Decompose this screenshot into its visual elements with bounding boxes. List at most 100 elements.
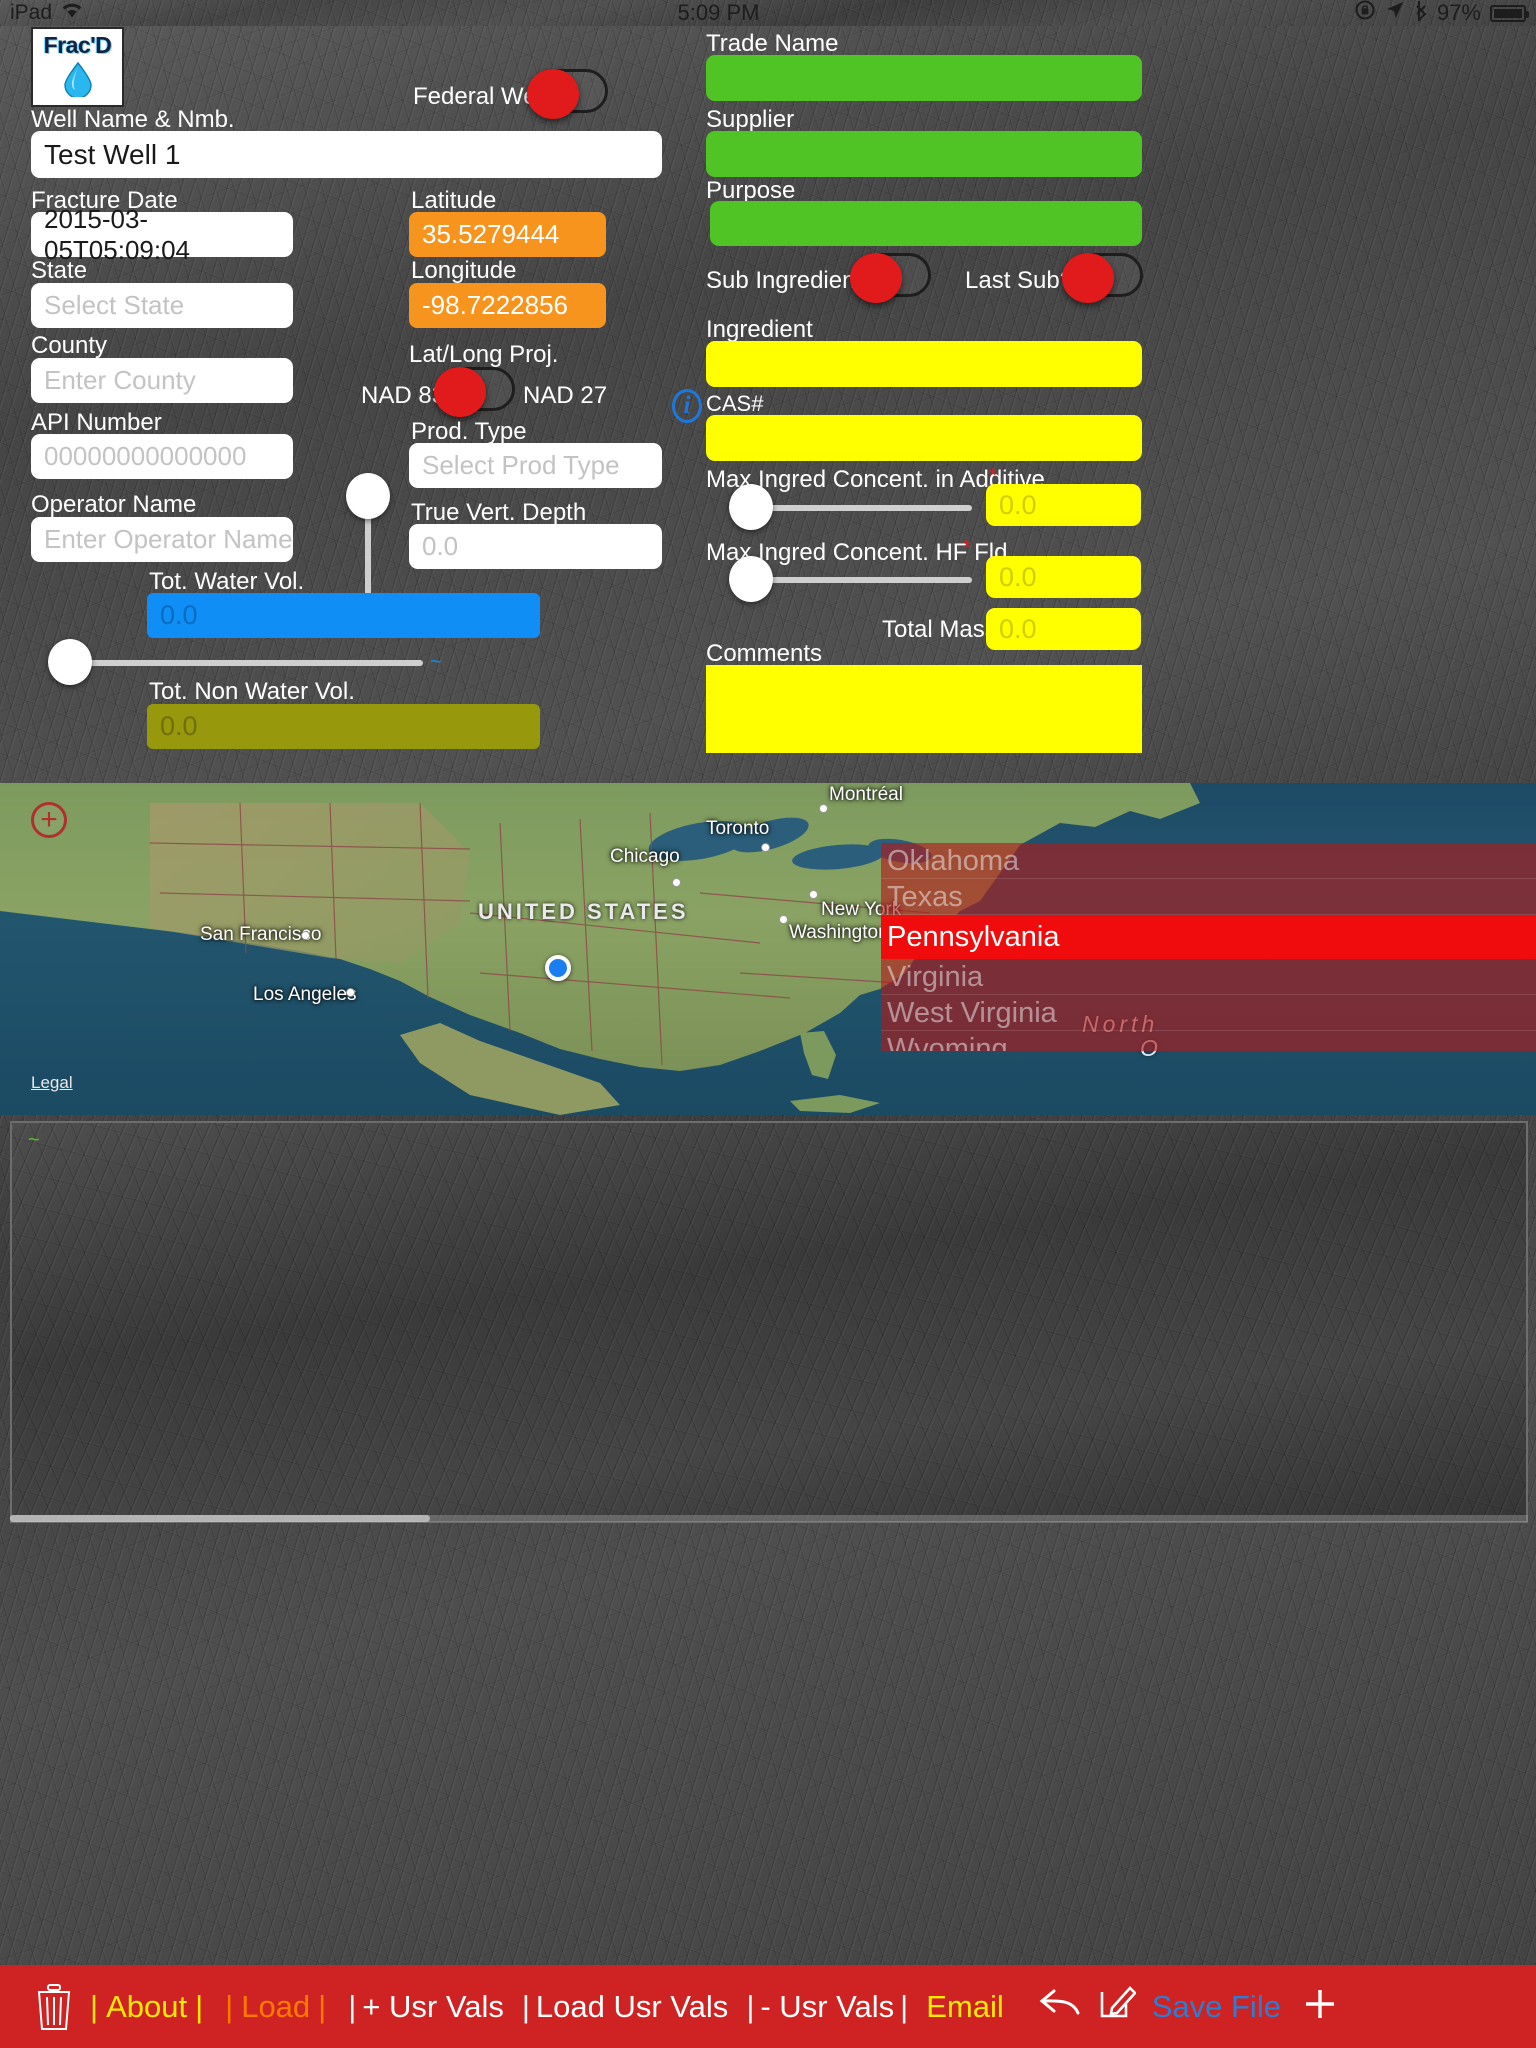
picker-option-wyoming[interactable]: Wyoming: [881, 1031, 1536, 1051]
ingredient-label: Ingredient: [706, 316, 813, 343]
sub-ingredient-toggle[interactable]: [850, 253, 931, 303]
separator-6: |: [521, 1988, 530, 2024]
trade-name-input[interactable]: [706, 55, 1142, 101]
wifi-icon: [61, 0, 83, 26]
compose-pencil-icon[interactable]: [1098, 1984, 1137, 2029]
city-label-washington: Washington: [789, 922, 889, 943]
cas-input[interactable]: [706, 415, 1142, 461]
latitude-input[interactable]: 35.5279444: [409, 212, 606, 257]
water-vol-slider[interactable]: [48, 639, 423, 685]
add-usr-vals-button[interactable]: + Usr Vals: [362, 1989, 504, 2025]
separator-5: |: [348, 1988, 357, 2024]
tot-non-water-vol-input[interactable]: 0.0: [147, 704, 540, 749]
city-dot-chicago: [672, 878, 681, 887]
ingredient-input[interactable]: [706, 341, 1142, 387]
federal-well-toggle[interactable]: [527, 69, 608, 119]
location-pin-icon[interactable]: [545, 955, 571, 981]
last-sub-label: Last Sub?: [965, 267, 1074, 294]
county-input[interactable]: Enter County: [31, 358, 293, 403]
last-sub-toggle[interactable]: [1062, 253, 1143, 303]
separator-2: |: [195, 1988, 204, 2024]
fracture-date-input[interactable]: 2015-03-05T05:09:04: [31, 204, 293, 265]
well-name-input[interactable]: Test Well 1: [31, 131, 662, 178]
minus-usr-vals-button[interactable]: - Usr Vals: [760, 1989, 894, 2025]
city-dot-losangeles: [346, 988, 355, 997]
county-label: County: [31, 332, 108, 359]
tot-water-vol-input[interactable]: 0.0: [147, 593, 540, 638]
api-number-input[interactable]: 00000000000000: [31, 434, 293, 479]
picker-option-virginia[interactable]: Virginia: [881, 959, 1536, 995]
well-name-label: Well Name & Nmb.: [31, 106, 235, 133]
status-bar: iPad 5:09 PM 97%: [0, 0, 1536, 26]
load-button[interactable]: Load: [241, 1989, 310, 2025]
true-vert-depth-input[interactable]: 0.0: [409, 524, 662, 569]
logo-wordmark: Frac'D: [43, 32, 112, 58]
picker-option-west-virginia[interactable]: West Virginia: [881, 995, 1536, 1031]
supplier-input[interactable]: [706, 131, 1142, 177]
state-label: State: [31, 257, 88, 284]
max-conc-additive-slider[interactable]: [729, 484, 972, 530]
city-label-toronto: Toronto: [706, 818, 770, 839]
longitude-label: Longitude: [411, 257, 517, 284]
comments-label: Comments: [706, 640, 823, 667]
city-dot-sanfrancisco: [301, 931, 310, 940]
device-name: iPad: [10, 1, 53, 24]
tot-non-water-vol-label: Tot. Non Water Vol.: [149, 678, 355, 705]
longitude-input[interactable]: -98.7222856: [409, 283, 606, 328]
nad27-label: NAD 27: [523, 382, 608, 409]
prod-type-input[interactable]: Select Prod Type: [409, 443, 662, 488]
slider-knob[interactable]: [729, 484, 773, 530]
bluetooth-icon: [1414, 0, 1428, 27]
load-usr-vals-button[interactable]: Load Usr Vals: [536, 1989, 728, 2025]
separator-8: |: [900, 1988, 909, 2024]
max-conc-additive-input[interactable]: 0.0: [986, 484, 1141, 526]
separator-3: |: [225, 1988, 234, 2024]
toggle-knob: [850, 253, 902, 303]
latlong-proj-toggle[interactable]: [434, 367, 515, 417]
output-text-panel[interactable]: ~: [10, 1121, 1528, 1523]
water-drop-icon: [62, 59, 94, 102]
city-dot-washington: [779, 915, 788, 924]
city-label-montreal: Montréal: [829, 784, 903, 805]
toggle-knob: [527, 69, 579, 119]
save-file-button[interactable]: Save File: [1152, 1989, 1281, 2025]
plus-icon[interactable]: [1303, 1983, 1337, 2031]
slider-knob[interactable]: [729, 556, 773, 602]
picker-option-texas[interactable]: Texas: [881, 879, 1536, 915]
cas-label: CAS#: [706, 391, 764, 416]
trash-icon[interactable]: [34, 1983, 74, 2031]
about-button[interactable]: About: [106, 1989, 187, 2025]
battery-icon: [1490, 4, 1529, 22]
info-icon[interactable]: i: [672, 389, 702, 423]
rotation-lock-icon: [1354, 0, 1376, 27]
email-button[interactable]: Email: [926, 1989, 1004, 2025]
total-mass-label: Total Mass: [882, 616, 997, 643]
total-mass-input[interactable]: 0.0: [986, 608, 1141, 650]
separator-1: |: [90, 1988, 99, 2024]
nad83-label: NAD 83: [361, 382, 446, 409]
comments-textarea[interactable]: [706, 665, 1142, 753]
max-conc-hf-slider[interactable]: [729, 556, 972, 602]
state-picker[interactable]: Oklahoma Texas Pennsylvania Virginia Wes…: [881, 843, 1536, 1051]
purpose-input[interactable]: [710, 201, 1142, 246]
trade-name-label: Trade Name: [706, 30, 839, 57]
picker-option-pennsylvania[interactable]: Pennsylvania: [881, 915, 1536, 959]
max-conc-hf-input[interactable]: 0.0: [986, 556, 1141, 598]
city-label-chicago: Chicago: [610, 846, 680, 867]
true-vert-depth-slider[interactable]: [346, 473, 390, 606]
slider-knob[interactable]: [346, 473, 390, 519]
undo-arrow-icon[interactable]: [1038, 1984, 1082, 2029]
separator-7: |: [746, 1988, 755, 2024]
location-arrow-icon: [1385, 0, 1405, 26]
city-label-losangeles: Los Angeles: [253, 984, 357, 1005]
operator-name-input[interactable]: Enter Operator Name: [31, 517, 293, 562]
slider-knob[interactable]: [48, 639, 92, 685]
api-number-label: API Number: [31, 409, 162, 436]
map-legal-link[interactable]: Legal: [31, 1073, 73, 1093]
tot-water-vol-label: Tot. Water Vol.: [149, 568, 305, 595]
latitude-label: Latitude: [411, 187, 497, 214]
picker-option-oklahoma[interactable]: Oklahoma: [881, 843, 1536, 879]
add-record-button[interactable]: +: [31, 802, 67, 838]
state-input[interactable]: Select State: [31, 283, 293, 328]
horizontal-scrollbar[interactable]: [10, 1515, 1528, 1522]
